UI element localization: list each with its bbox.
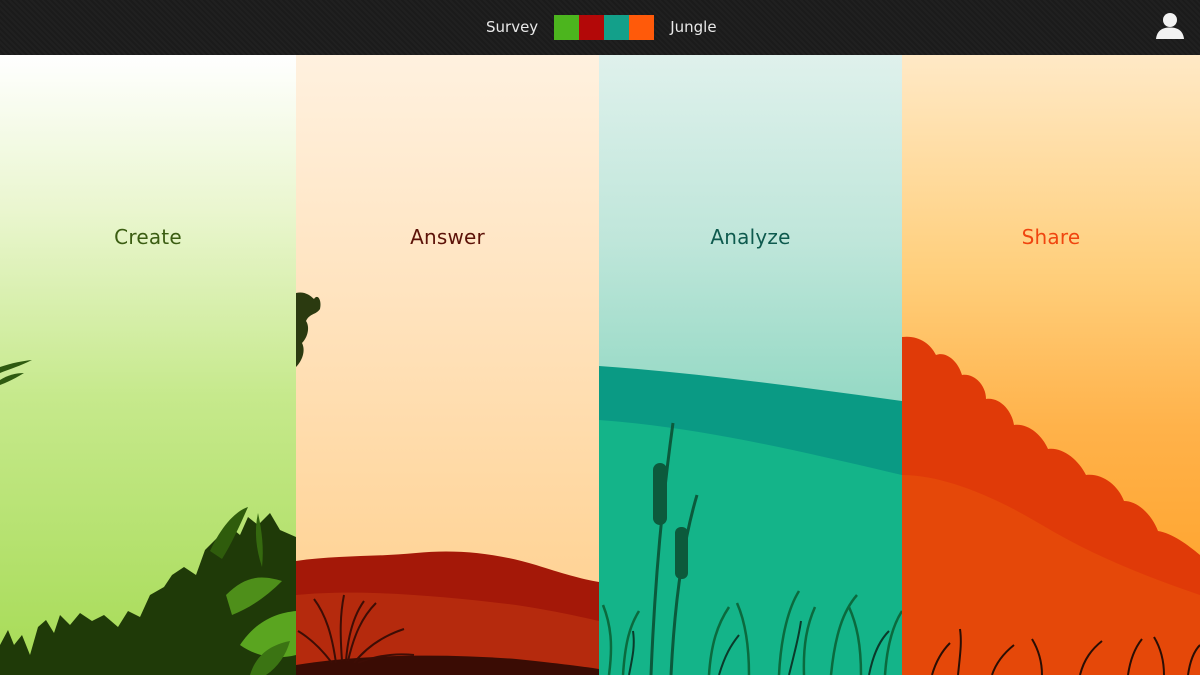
- panel-label-analyze: Analyze: [710, 225, 791, 249]
- savanna-hills-illustration: [296, 292, 599, 675]
- swatch-green: [554, 14, 580, 40]
- jungle-foliage-illustration: [0, 360, 296, 675]
- swatch-orange: [629, 14, 655, 40]
- panel-analyze[interactable]: Analyze: [599, 55, 902, 675]
- panel-create[interactable]: Create: [0, 55, 296, 675]
- brand-word-survey: Survey: [486, 18, 539, 36]
- wetland-illustration: [599, 366, 902, 675]
- brand-logo[interactable]: Survey Jungle: [486, 14, 717, 40]
- swatch-red: [579, 14, 605, 40]
- brand-word-jungle: Jungle: [670, 18, 717, 36]
- swatch-teal: [604, 14, 630, 40]
- panel-label-share: Share: [1021, 225, 1081, 249]
- user-icon: [1156, 13, 1184, 39]
- feature-panels: Create Answer Analyze Share: [0, 55, 1200, 675]
- panel-label-answer: Answer: [410, 225, 485, 249]
- top-bar: Survey Jungle: [0, 0, 1200, 55]
- panel-answer[interactable]: Answer: [296, 55, 599, 675]
- sunset-tree-illustration: [902, 336, 1200, 675]
- user-account-button[interactable]: [1154, 10, 1186, 40]
- panel-share[interactable]: Share: [902, 55, 1200, 675]
- panel-label-create: Create: [114, 225, 182, 249]
- brand-color-swatches: [554, 14, 655, 40]
